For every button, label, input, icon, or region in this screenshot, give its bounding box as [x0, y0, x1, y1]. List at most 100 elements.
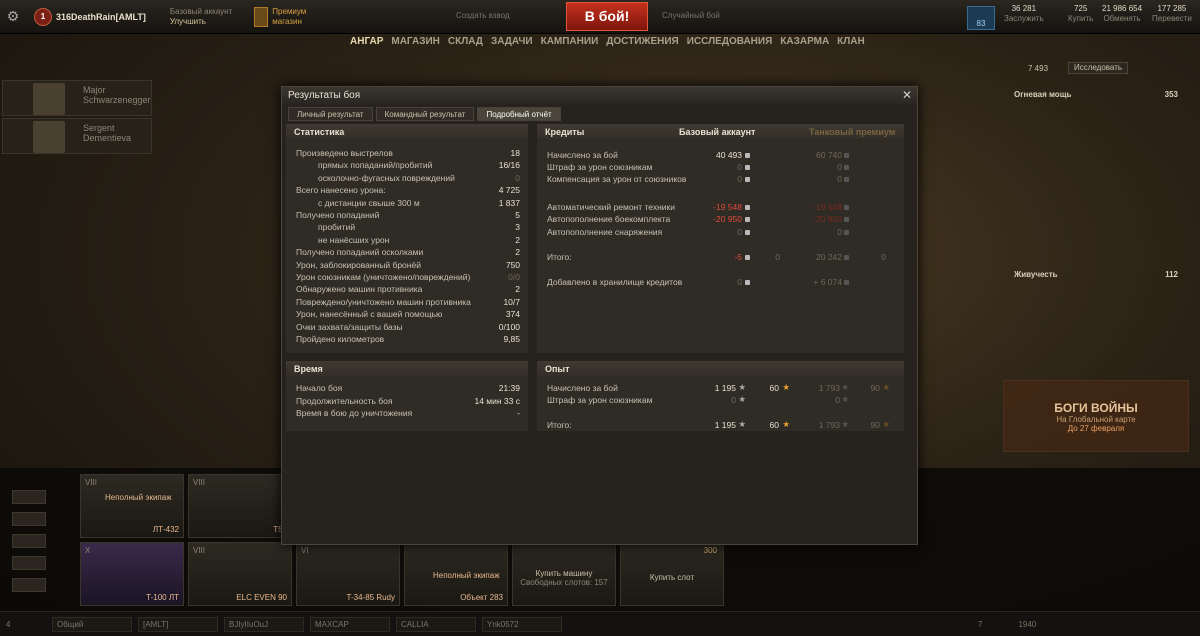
- tank-tier: VIII: [85, 478, 98, 487]
- crew-name: Sergent Dementieva: [83, 123, 132, 143]
- resource-gold[interactable]: 725 Купить: [1068, 4, 1093, 24]
- banner-subtitle: На Глобальной карте: [1056, 415, 1136, 424]
- premium-shop-button[interactable]: Премиум магазин: [254, 6, 306, 27]
- credits-label: Штраф за урон союзникам: [547, 162, 653, 172]
- resource-xp[interactable]: 177 285 Перевести: [1152, 4, 1192, 24]
- nav-campaigns[interactable]: КАМПАНИИ: [541, 36, 599, 52]
- event-banner[interactable]: БОГИ ВОЙНЫ На Глобальной карте До 27 фев…: [1003, 380, 1189, 452]
- stat-row: Урон союзникам (уничтожено/повреждений) 0…: [286, 272, 528, 284]
- survivability-row[interactable]: Живучесть 112: [1014, 268, 1178, 280]
- col-base-account: Базовый аккаунт: [679, 127, 756, 137]
- filter-button[interactable]: [12, 578, 46, 592]
- crew-portrait: [33, 83, 65, 115]
- rank-icon[interactable]: 83: [967, 6, 995, 30]
- crew-member[interactable]: Major Schwarzenegger: [2, 80, 152, 116]
- credits-label: Компенсация за урон от союзников: [547, 174, 687, 184]
- exp-premium-value: 1 793: [818, 420, 840, 430]
- stat-label: Всего нанесено урона:: [296, 185, 386, 196]
- tank-card[interactable]: VIIIT57: [188, 474, 292, 538]
- stat-label: Урон союзникам (уничтожено/повреждений): [296, 272, 471, 282]
- battle-button[interactable]: В бой!: [566, 2, 648, 31]
- filter-button[interactable]: [12, 512, 46, 526]
- online-count[interactable]: 7: [978, 620, 982, 629]
- create-squad-button[interactable]: Создать взвод: [456, 11, 510, 20]
- upgrade-link[interactable]: Улучшить: [170, 17, 206, 26]
- research-button[interactable]: Исследовать: [1068, 62, 1128, 74]
- vehicle-params-panel: Исследовать 7 493 Огневая мощь 353 Живуче…: [1000, 62, 1190, 372]
- premium-shop-icon: [254, 6, 269, 27]
- tank-card[interactable]: Неполный экипаж Объект 283: [404, 542, 508, 606]
- star-icon: ★: [841, 394, 849, 404]
- chat-channel[interactable]: MAXCAP: [310, 616, 390, 632]
- nav-research[interactable]: ИССЛЕДОВАНИЯ: [687, 36, 773, 52]
- stat-row: Получено попаданий осколками 2: [286, 247, 528, 259]
- nav-depot[interactable]: СКЛАД: [448, 36, 483, 52]
- nav-achievements[interactable]: ДОСТИЖЕНИЯ: [606, 36, 678, 52]
- tank-name: ELC EVEN 90: [236, 593, 287, 602]
- free-exp-premium: 90: [870, 383, 880, 393]
- player-info[interactable]: 1 316DeathRain[AMLT]: [34, 7, 146, 26]
- credit-icon: [745, 230, 750, 235]
- chat-channel[interactable]: Общий: [52, 616, 132, 632]
- tank-tier: VI: [301, 546, 309, 555]
- stat-label: не нанёсших урон: [318, 234, 390, 245]
- nav-clan[interactable]: КЛАН: [837, 36, 865, 52]
- chat-bar: 4 Общий [AMLT] BJIyIIuOuJ MAXCAP CALLIA …: [0, 611, 1200, 636]
- resource-label: Обменять: [1103, 14, 1141, 23]
- credit-icon: [844, 280, 849, 285]
- nav-barracks[interactable]: КАЗАРМА: [780, 36, 829, 52]
- nav-hangar[interactable]: АНГАР: [350, 36, 383, 52]
- users-count[interactable]: 4: [6, 620, 46, 629]
- chat-channel[interactable]: BJIyIIuOuJ: [224, 616, 304, 632]
- tank-card[interactable]: X T-100 ЛТ: [80, 542, 184, 606]
- credits-row: Начислено за бой 40 493 60 740: [537, 150, 904, 162]
- tank-card[interactable]: VI T-34-85 Rudy: [296, 542, 400, 606]
- credits-row: Добавлено в хранилище кредитов 0 + 6 074: [537, 277, 904, 289]
- free-exp-value: 60: [769, 420, 779, 430]
- account-status[interactable]: Базовый аккаунт Улучшить: [170, 7, 232, 27]
- tab-personal[interactable]: Личный результат: [288, 107, 373, 121]
- gear-icon[interactable]: ⚙: [0, 8, 26, 25]
- buy-slot-button[interactable]: 300 Купить слот: [620, 542, 724, 606]
- chat-channel[interactable]: Ynk0572: [482, 616, 562, 632]
- stat-label: Обнаружено машин противника: [296, 284, 423, 295]
- rank-badge: 1: [34, 7, 52, 26]
- filter-button[interactable]: [12, 534, 46, 548]
- resource-free-xp[interactable]: 36 281 Заслужить: [1004, 4, 1044, 24]
- tank-tier: X: [85, 546, 91, 555]
- tank-card[interactable]: VIII Неполный экипаж ЛТ-432: [80, 474, 184, 538]
- tank-card[interactable]: VIII ELC EVEN 90: [188, 542, 292, 606]
- credits-base-value: -20 950: [713, 214, 742, 224]
- player-name: 316DeathRain[AMLT]: [56, 11, 146, 22]
- filter-button[interactable]: [12, 490, 46, 504]
- credits-row: Автопополнение боекомплекта -20 950 -20 95…: [537, 214, 904, 226]
- star-icon: ★: [738, 419, 746, 429]
- player-count[interactable]: 1940: [1018, 620, 1036, 629]
- firepower-row[interactable]: Огневая мощь 353: [1014, 88, 1178, 100]
- credit-icon: [745, 280, 750, 285]
- stat-value: 4 725: [498, 185, 520, 196]
- credits-row: Автопополнение снаряжения 0 0: [537, 227, 904, 239]
- crew-member[interactable]: Sergent Dementieva: [2, 118, 152, 154]
- stat-row: Очки захвата/защиты базы 0/100: [286, 322, 528, 334]
- tab-detailed[interactable]: Подробный отчёт: [477, 107, 561, 121]
- close-icon[interactable]: ✕: [902, 88, 912, 102]
- resource-credits[interactable]: 21 986 654 Обменять: [1102, 4, 1142, 24]
- tab-team[interactable]: Командный результат: [375, 107, 475, 121]
- tank-tier: VIII: [193, 546, 206, 555]
- firepower-label: Огневая мощь: [1014, 89, 1072, 99]
- stat-label: Пройдено километров: [296, 334, 385, 344]
- stat-label: прямых попаданий/пробитий: [318, 160, 433, 171]
- nav-shop[interactable]: МАГАЗИН: [391, 36, 440, 52]
- chat-channel[interactable]: CALLIA: [396, 616, 476, 632]
- exp-label: Итого:: [547, 420, 572, 430]
- buy-vehicle-button[interactable]: Купить машину Свободных слотов: 157: [512, 542, 616, 606]
- resource-value: 21 986 654: [1102, 4, 1143, 13]
- filter-button[interactable]: [12, 556, 46, 570]
- stat-value: 2: [515, 284, 520, 295]
- stat-row: Повреждено/уничтожено машин противника 10…: [286, 297, 528, 309]
- chat-channel[interactable]: [AMLT]: [138, 616, 218, 632]
- nav-tasks[interactable]: ЗАДАЧИ: [491, 36, 533, 52]
- battle-mode-select[interactable]: Случайный бой: [662, 11, 720, 20]
- stat-label: с дистанции свыше 300 м: [318, 197, 420, 208]
